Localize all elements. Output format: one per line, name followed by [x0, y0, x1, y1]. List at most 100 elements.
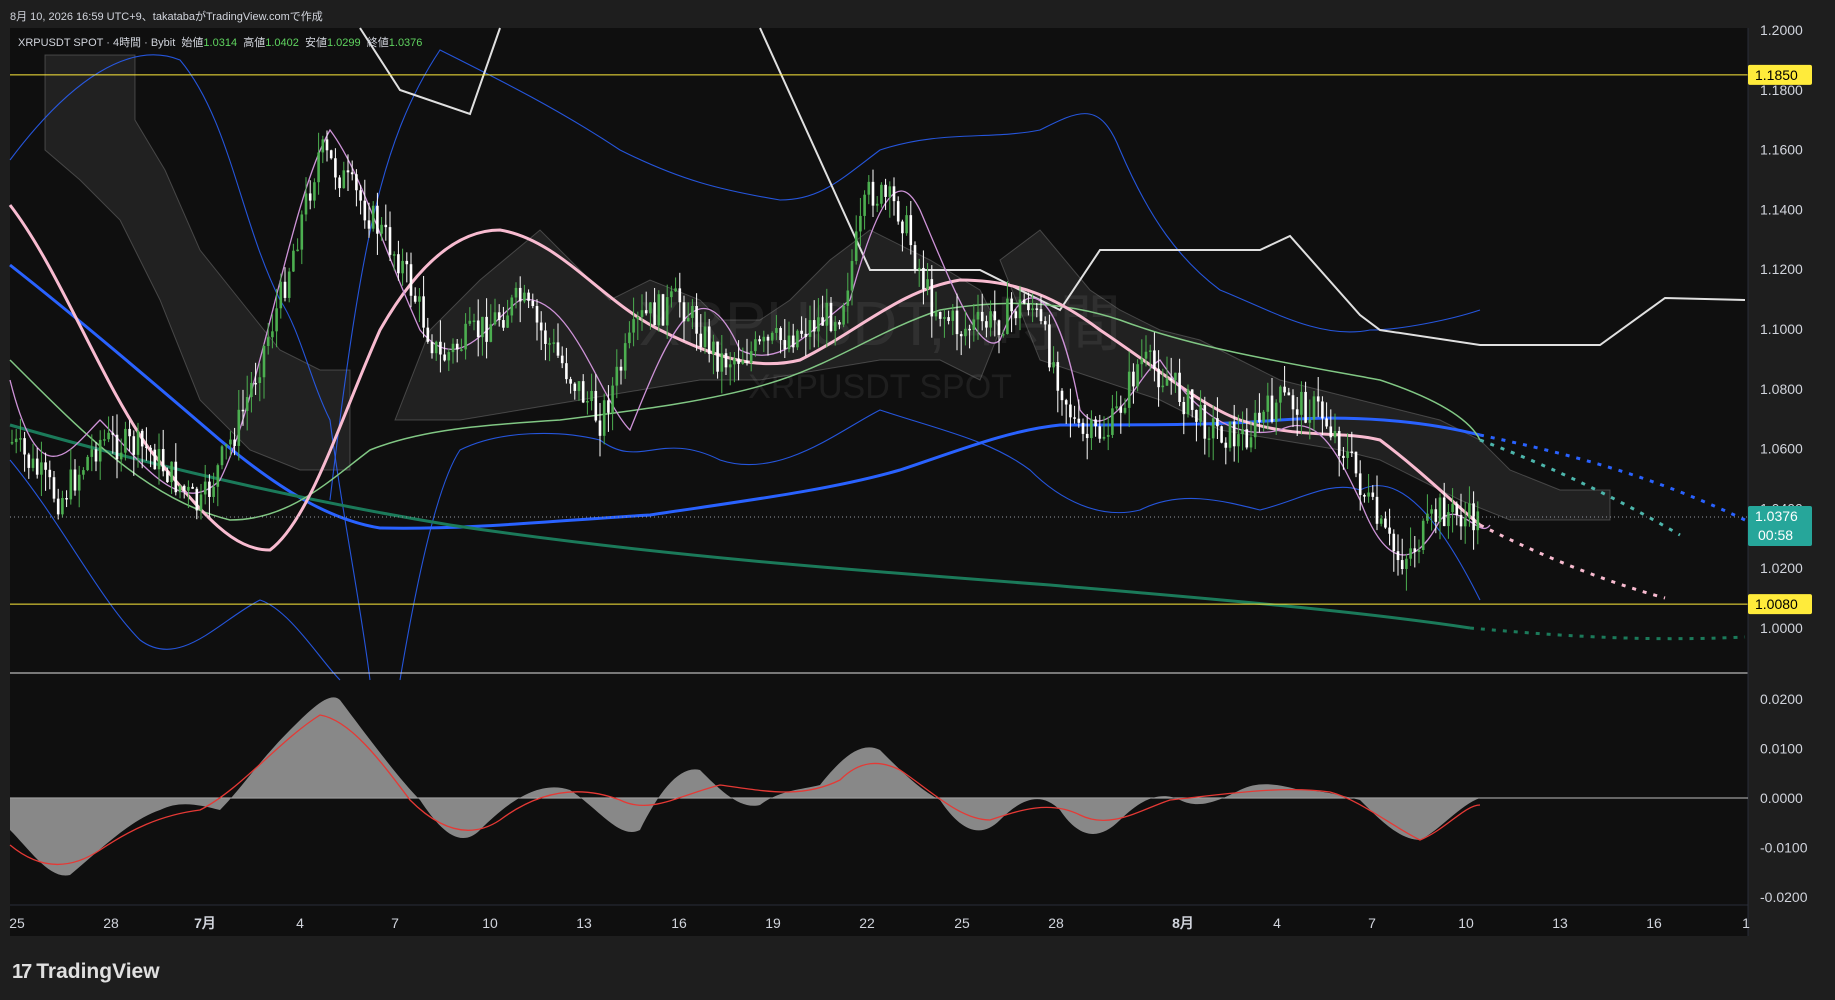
candle-body — [594, 390, 598, 421]
candle-body — [1022, 299, 1026, 304]
candle-body — [1031, 308, 1034, 311]
price-tick-label: 1.1400 — [1760, 201, 1803, 217]
candle-body — [741, 360, 745, 364]
candle-body — [443, 354, 446, 361]
candle-body — [875, 203, 879, 206]
high-value: 1.0402 — [265, 37, 299, 49]
time-tick-label: 16 — [1646, 915, 1662, 931]
candle-body — [409, 264, 413, 296]
candle-body — [985, 321, 988, 328]
candle-body — [1430, 509, 1433, 514]
candle-body — [552, 342, 556, 344]
candle-body — [964, 328, 967, 337]
candle-body — [1367, 492, 1370, 497]
candle-body — [972, 319, 976, 330]
candle-body — [468, 320, 472, 324]
candle-body — [405, 260, 409, 265]
bottom-bar — [0, 936, 1835, 1000]
candle-body — [934, 312, 938, 317]
candle-body — [1337, 431, 1341, 456]
candle-body — [119, 452, 123, 460]
candle-body — [145, 446, 148, 448]
candle-body — [649, 302, 652, 314]
candle-body — [586, 400, 589, 403]
candle-body — [52, 477, 56, 499]
candle-body — [863, 194, 866, 216]
oscillator-axis[interactable]: 0.0200 0.0100 0.0000 -0.0100 -0.0200 — [1760, 691, 1808, 905]
candle-body — [1300, 391, 1303, 415]
candle-body — [1312, 396, 1316, 420]
candle-body — [1283, 386, 1286, 393]
candle-body — [1136, 364, 1139, 387]
price-tick-label: 1.0200 — [1760, 560, 1803, 576]
candle-body — [1106, 434, 1110, 437]
candle-body — [733, 358, 736, 365]
candle-body — [1123, 407, 1127, 413]
candle-body — [502, 320, 505, 328]
candle-body — [1153, 350, 1156, 369]
candle-body — [623, 343, 627, 371]
candle-body — [203, 481, 207, 495]
candle-body — [1211, 418, 1215, 439]
candle-body — [161, 449, 165, 472]
price-tick-label: 1.1600 — [1760, 142, 1803, 158]
time-tick-label: 25 — [954, 915, 970, 931]
candle-body — [632, 319, 635, 333]
candle-body — [65, 497, 68, 500]
candle-body — [1161, 385, 1165, 388]
candle-body — [661, 294, 665, 326]
symbol-name[interactable]: XRPUSDT SPOT · 4時間 · Bybit — [18, 37, 175, 49]
candle-body — [1039, 309, 1043, 322]
time-tick-label: 4 — [296, 915, 304, 931]
candle-body — [1413, 548, 1417, 553]
candle-body — [842, 305, 845, 325]
chart-canvas[interactable]: XRPUSDT, 4時間 XRPUSDT SPOT 1.20001.18001.… — [0, 0, 1835, 1000]
candle-body — [392, 254, 396, 256]
tradingview-logo[interactable]: 17 TradingView — [12, 960, 160, 984]
candle-body — [922, 267, 925, 290]
candle-body — [451, 343, 455, 353]
candle-body — [850, 261, 854, 291]
time-axis[interactable]: 25 28 7月 4 7 10 13 16 19 22 25 28 8月 4 7 10 13 16 1 — [9, 915, 1750, 931]
candle-body — [1279, 386, 1282, 403]
candle-body — [644, 310, 648, 314]
candle-body — [976, 311, 980, 320]
osc-tick-label: 0.0000 — [1760, 790, 1803, 806]
candle-body — [472, 320, 476, 323]
candle-body — [712, 341, 715, 354]
candle-body — [35, 458, 39, 475]
candle-body — [560, 355, 564, 364]
candle-body — [334, 158, 337, 178]
candle-body — [909, 215, 913, 246]
candle-body — [846, 290, 850, 306]
candle-body — [796, 330, 799, 348]
candle-body — [182, 485, 186, 491]
candle-body — [779, 328, 782, 341]
candle-body — [430, 341, 434, 354]
candle-body — [275, 308, 278, 332]
macd-oscillator — [9, 697, 1748, 876]
candle-body — [69, 469, 73, 500]
candle-body — [1098, 426, 1102, 439]
candle-body — [1199, 404, 1202, 422]
candle-body — [871, 181, 875, 206]
candle-body — [1308, 419, 1312, 423]
candle-body — [548, 343, 551, 345]
candle-body — [1195, 409, 1198, 422]
candle-body — [82, 470, 85, 475]
candle-body — [279, 281, 283, 309]
symbol-legend[interactable]: XRPUSDT SPOT · 4時間 · Bybit 始値1.0314 高値1.… — [18, 34, 422, 50]
candle-body — [174, 461, 178, 493]
candle-body — [128, 428, 131, 437]
candle-body — [376, 205, 379, 234]
candle-body — [1321, 401, 1324, 419]
time-tick-label: 1 — [1742, 915, 1750, 931]
time-tick-label: 19 — [765, 915, 781, 931]
candle-body — [699, 333, 703, 348]
open-label: 始値 — [181, 37, 204, 49]
candle-body — [590, 390, 593, 401]
candle-body — [111, 432, 115, 435]
time-tick-label: 10 — [1458, 915, 1474, 931]
candle-body — [1115, 406, 1118, 409]
candle-body — [737, 358, 740, 364]
